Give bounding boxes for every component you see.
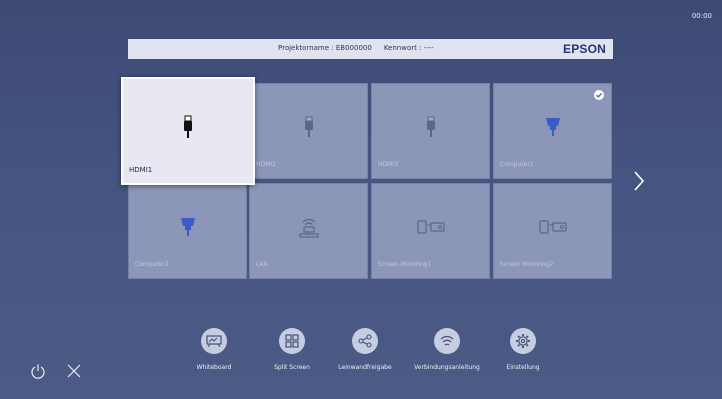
connection-guide-circle [434,328,460,354]
source-tile-hdmi2[interactable]: HDMI2 [249,83,368,179]
share-icon [358,334,372,348]
whiteboard-button[interactable]: Whiteboard [172,328,256,371]
projector-info-text: Projektorname : EB000000 Kennwort : ---- [278,44,434,52]
source-tile-screen-mirroring2[interactable]: Screen Mirroring2 [493,183,612,279]
screen-mirroring-icon [538,220,567,234]
toolbar-label: Whiteboard [196,364,232,371]
tile-label: HDMI2 [256,161,276,168]
whiteboard-icon [206,335,222,348]
tile-label: Screen Mirroring2 [500,261,554,268]
password: Kennwort : ---- [383,44,434,52]
toolbar-label: Verbindungsanleitung [414,364,480,371]
toolbar-label: Einstellung [506,364,540,371]
check-icon [594,90,604,100]
tile-label: HDMI1 [129,166,153,174]
source-tile-hdmi1[interactable]: HDMI1 [121,77,255,185]
split-screen-button[interactable]: Split Screen [250,328,334,371]
settings-gear-icon [516,334,530,348]
source-tile-computer1[interactable]: Computer1 [493,83,612,179]
tile-label: LAN [256,261,269,268]
wifi-icon [440,335,454,346]
vga-icon [180,218,195,236]
source-tile-hdmi3[interactable]: HDMI3 [371,83,490,179]
screen-share-circle [352,328,378,354]
source-tile-computer2[interactable]: Computer2 [128,183,247,279]
tile-label: Computer1 [500,161,534,168]
hdmi-icon [304,116,313,137]
source-tile-lan[interactable]: LAN [249,183,368,279]
toolbar-label: Split Screen [274,364,310,371]
split-screen-circle [279,328,305,354]
vga-icon [545,118,560,136]
projector-name: Projektorname : EB000000 [278,44,372,52]
split-screen-icon [285,334,299,348]
lan-icon [298,218,319,238]
hdmi-icon [426,116,435,137]
settings-circle [510,328,536,354]
screen-share-button[interactable]: Leinwandfreigabe [323,328,407,371]
tile-label: Screen Mirroring1 [378,261,432,268]
hdmi-icon [184,115,192,138]
close-icon[interactable] [66,363,82,379]
toolbar-label: Leinwandfreigabe [338,364,392,371]
source-tile-screen-mirroring1[interactable]: Screen Mirroring1 [371,183,490,279]
connection-guide-button[interactable]: Verbindungsanleitung [405,328,489,371]
brand-logo: EPSON [562,42,606,56]
settings-button[interactable]: Einstellung [481,328,565,371]
clock: 00:00 [691,12,712,20]
next-page-arrow-icon[interactable] [632,170,646,192]
projector-info-bar: Projektorname : EB000000 Kennwort : ---- … [128,39,613,59]
power-icon[interactable] [30,363,46,379]
whiteboard-circle [201,328,227,354]
tile-label: Computer2 [135,261,169,268]
screen-mirroring-icon [416,220,445,234]
tile-label: HDMI3 [378,161,398,168]
